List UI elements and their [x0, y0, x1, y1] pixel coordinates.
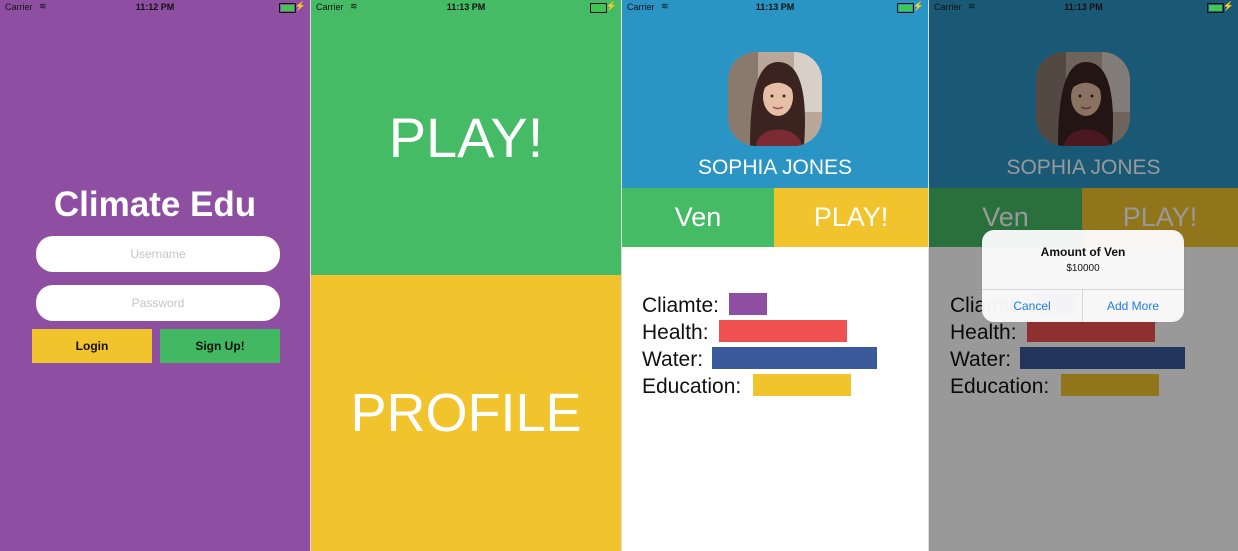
clock-time: 11:12 PM	[135, 2, 175, 12]
cancel-button[interactable]: Cancel	[982, 290, 1082, 322]
play-label: PLAY!	[813, 202, 889, 232]
signup-button[interactable]: Sign Up!	[160, 329, 280, 363]
charging-icon: ⚡	[605, 1, 617, 11]
clock-time: 11:13 PM	[755, 2, 795, 12]
menu-screen: Carrier ≋ 11:13 PM ⚡ PLAY! PROFILE	[311, 0, 621, 551]
battery-icon	[1207, 3, 1224, 13]
charging-icon: ⚡	[1222, 1, 1234, 11]
play-label: PLAY!	[388, 106, 544, 169]
profile-name: SOPHIA JONES	[697, 156, 853, 179]
charging-icon: ⚡	[294, 1, 306, 11]
clock-time: 11:13 PM	[446, 2, 486, 12]
password-field[interactable]	[36, 285, 280, 321]
status-bar: Carrier ≋ 11:13 PM ⚡	[311, 0, 621, 14]
battery-icon	[279, 3, 296, 13]
username-field[interactable]	[36, 236, 280, 272]
status-bar: Carrier ≋ 11:13 PM ⚡	[929, 0, 1238, 14]
stat-bar-health	[719, 320, 847, 342]
alert-dialog: Amount of Ven $10000 Cancel Add More	[982, 230, 1184, 322]
profile-screen: Carrier ≋ 11:13 PM ⚡ SOPHIA JONES Ven PL…	[622, 0, 928, 551]
play-button[interactable]: PLAY!	[774, 188, 928, 247]
login-button[interactable]: Login	[32, 329, 152, 363]
stat-label-water: Water:	[642, 348, 704, 371]
alert-title: Amount of Ven	[1040, 245, 1126, 259]
stat-label-education: Education:	[642, 375, 742, 398]
profile-alert-screen: Carrier ≋ 11:13 PM ⚡ SOPHIA JONES Ven PL…	[929, 0, 1238, 551]
battery-icon	[590, 3, 607, 13]
ven-label: Ven	[674, 202, 722, 232]
avatar	[728, 52, 822, 146]
play-button[interactable]: PLAY!	[311, 0, 621, 275]
alert-message: $10000	[1066, 263, 1100, 274]
ven-button[interactable]: Ven	[622, 188, 774, 247]
status-bar: Carrier ≋ 11:12 PM ⚡	[0, 0, 310, 14]
stat-label-climate: Cliamte:	[642, 294, 720, 317]
stat-bar-water	[712, 347, 877, 369]
charging-icon: ⚡	[912, 1, 924, 11]
add-more-button[interactable]: Add More	[1083, 290, 1183, 322]
status-bar: Carrier ≋ 11:13 PM ⚡	[622, 0, 928, 14]
stat-label-health: Health:	[642, 321, 709, 344]
profile-header: SOPHIA JONES	[622, 0, 928, 188]
stat-bar-education	[753, 374, 851, 396]
profile-label: PROFILE	[350, 383, 582, 443]
stat-bar-climate	[729, 293, 767, 315]
app-title: Climate Edu	[53, 185, 257, 224]
battery-icon	[897, 3, 914, 13]
profile-button[interactable]: PROFILE	[311, 275, 621, 551]
clock-time: 11:13 PM	[1064, 2, 1103, 12]
login-screen: Carrier ≋ 11:12 PM ⚡ Climate Edu Login S…	[0, 0, 310, 551]
